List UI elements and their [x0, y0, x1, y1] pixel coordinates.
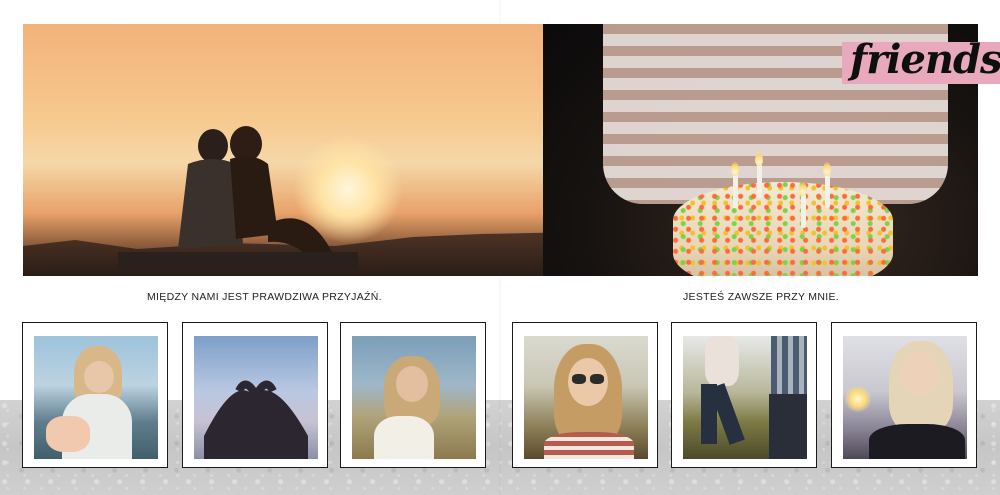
sunglasses-woman-photo — [524, 336, 648, 459]
photo-frame — [182, 322, 328, 468]
flame — [755, 152, 763, 166]
left-page-caption: MIĘDZY NAMI JEST PRAWDZIWA PRZYJAŹŃ. — [147, 291, 382, 303]
couple-silhouette — [118, 126, 358, 269]
photo-frame — [512, 322, 658, 468]
sparkler — [845, 386, 871, 412]
friends-banner-text: friends — [850, 36, 1000, 83]
photo-frame — [22, 322, 168, 468]
flame — [799, 182, 807, 196]
candle — [825, 174, 830, 208]
laughing-woman-photo — [352, 336, 476, 459]
photo-frame — [831, 322, 977, 468]
candle — [757, 164, 762, 198]
heart-hands-photo — [194, 336, 318, 459]
photo-frame — [671, 322, 817, 468]
flame — [823, 162, 831, 176]
candle — [801, 194, 806, 228]
woman-by-sea-photo — [34, 336, 158, 459]
flame — [731, 162, 739, 176]
right-page-caption: JESTEŚ ZAWSZE PRZY MNIE. — [683, 291, 839, 303]
photo-frame — [340, 322, 486, 468]
friends-walking-photo — [683, 336, 807, 459]
sunset-couple-photo — [23, 24, 543, 276]
sparkler-woman-photo — [843, 336, 967, 459]
cake — [673, 182, 893, 276]
heart-hands — [204, 380, 308, 459]
candle — [733, 174, 738, 208]
